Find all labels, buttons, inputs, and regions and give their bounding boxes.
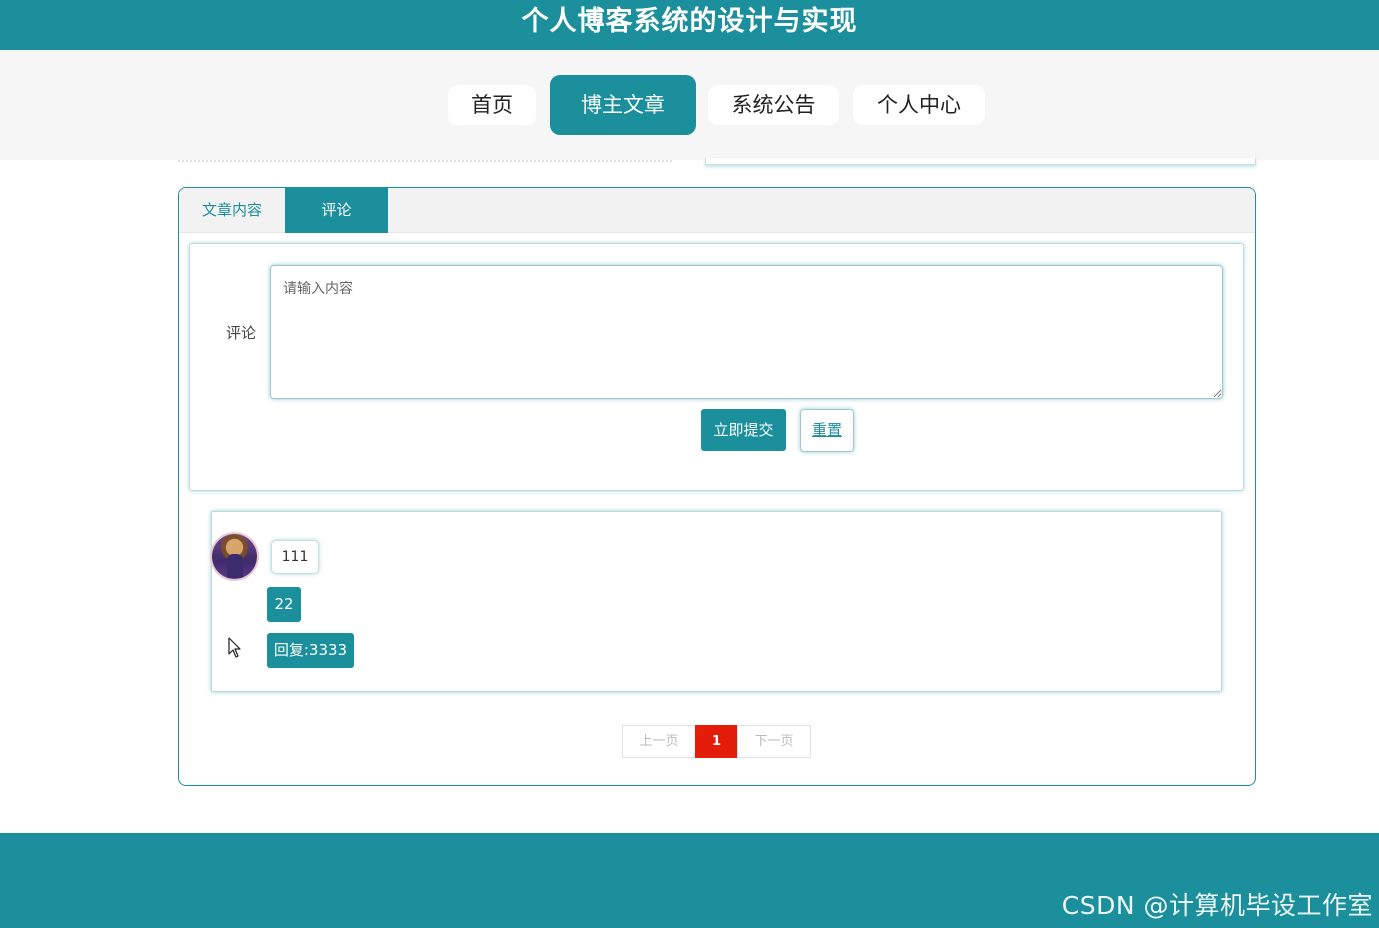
tab-comments[interactable]: 评论 <box>285 188 388 233</box>
comment-username: 111 <box>271 540 319 574</box>
tab-bar: 文章内容 评论 <box>179 188 1255 233</box>
comment-list: 111 22 回复:3333 <box>211 511 1222 692</box>
site-title: 个人博客系统的设计与实现 <box>521 6 858 37</box>
comment-label: 评论 <box>226 324 257 342</box>
comment-reply: 回复:3333 <box>267 633 354 668</box>
submit-button[interactable]: 立即提交 <box>701 409 786 451</box>
watermark: CSDN @计算机毕设工作室 <box>1061 891 1373 920</box>
article-detail-panel: 文章内容 评论 评论 立即提交 重置 111 22 回复:3333 上一页 1 … <box>178 187 1256 786</box>
nav-item-personal-center[interactable]: 个人中心 <box>853 85 985 125</box>
dotted-divider <box>178 160 672 163</box>
nav-item-home[interactable]: 首页 <box>448 85 536 125</box>
article-card-edge <box>705 158 1256 165</box>
comment-textarea[interactable] <box>270 265 1223 399</box>
user-avatar <box>212 534 257 579</box>
current-page[interactable]: 1 <box>695 725 738 758</box>
tab-article-content[interactable]: 文章内容 <box>179 188 285 233</box>
main-nav: 首页 博主文章 系统公告 个人中心 <box>0 50 1379 160</box>
reset-button[interactable]: 重置 <box>800 409 854 452</box>
comment-form: 评论 立即提交 重置 <box>189 243 1244 491</box>
nav-item-announcements[interactable]: 系统公告 <box>708 85 839 125</box>
site-header: 个人博客系统的设计与实现 <box>0 0 1379 50</box>
next-page-button[interactable]: 下一页 <box>737 725 811 758</box>
comment-content: 22 <box>267 587 301 622</box>
nav-item-blogger-articles[interactable]: 博主文章 <box>550 75 696 135</box>
prev-page-button[interactable]: 上一页 <box>622 725 696 758</box>
mouse-pointer-icon <box>228 637 241 658</box>
